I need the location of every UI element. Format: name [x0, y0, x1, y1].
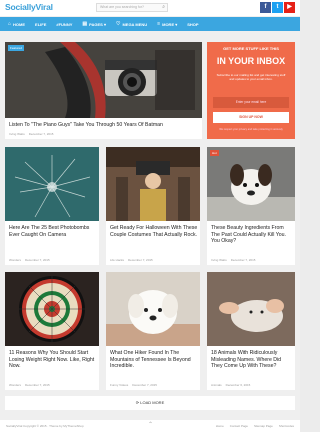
footer-link-sitemap[interactable]: Sitemap Page	[254, 424, 273, 428]
site-logo[interactable]: SociallyViral	[5, 2, 53, 12]
post-meta: Wonders December 7, 2015	[9, 258, 50, 262]
main-nav: ⌂ HOME ELIFE #FUNNY ▤ PAGES ▾ ♡ MEGA MENU ≡…	[0, 17, 300, 31]
post-card[interactable]: Here Are The 25 Best Photobombs Ever Cau…	[5, 147, 99, 265]
post-image[interactable]	[207, 272, 295, 346]
post-date: December 7, 2015	[230, 258, 256, 262]
social-links: f t ▶	[260, 2, 295, 13]
facebook-icon[interactable]: f	[260, 2, 271, 13]
youtube-icon[interactable]: ▶	[284, 2, 295, 13]
post-author[interactable]: Wonders	[9, 258, 21, 262]
post-card[interactable]: 11 Reasons Why You Should Start Losing W…	[5, 272, 99, 390]
post-date: December 7, 2015	[28, 132, 54, 136]
page: SociallyViral What are you searching for…	[0, 0, 300, 432]
post-author[interactable]: Irving Watts	[211, 258, 227, 262]
post-date: December 6, 2015	[225, 383, 251, 387]
nav-item-home[interactable]: ⌂ HOME	[8, 21, 25, 27]
newsletter-description: Subscribe to our mailing list and get in…	[216, 73, 286, 81]
more-icon: ≡	[157, 21, 161, 27]
back-to-top-icon[interactable]: ⌃	[148, 421, 153, 428]
pages-icon: ▤	[82, 21, 88, 27]
post-card[interactable]: Hot These Beauty Ingredients From The Pa…	[207, 147, 295, 265]
post-author[interactable]: Animals	[211, 383, 222, 387]
post-author[interactable]: Funny Videos	[110, 383, 128, 387]
refresh-icon: ⟳	[135, 400, 140, 405]
site-footer: SociallyViral Copyright © 2015 · Theme b…	[0, 420, 300, 432]
post-meta: Life Hacks December 7, 2015	[110, 258, 153, 262]
featured-post-title[interactable]: Listen To "The Piano Guys" Take You Thro…	[9, 122, 199, 129]
post-card[interactable]: What One Hiker Found In The Mountains of…	[106, 272, 200, 390]
newsletter-heading: GET MORE STUFF LIKE THIS	[223, 46, 279, 51]
newsletter-widget: GET MORE STUFF LIKE THIS IN YOUR INBOX S…	[207, 42, 295, 139]
nav-item-shop[interactable]: SHOP	[187, 22, 198, 27]
post-meta: Irving Watts December 7, 2015	[211, 258, 255, 262]
post-meta: Wonders December 7, 2015	[9, 383, 50, 387]
footer-link-home[interactable]: Home	[216, 424, 224, 428]
nav-item-pages[interactable]: ▤ PAGES ▾	[82, 21, 106, 27]
post-date: December 7, 2015	[132, 383, 157, 387]
search-icon[interactable]: ⌕	[162, 4, 165, 10]
featured-post-meta: Irving Watts December 7, 2015	[9, 132, 53, 136]
post-date: December 7, 2015	[24, 383, 50, 387]
post-image[interactable]	[106, 272, 200, 346]
post-image[interactable]	[5, 272, 99, 346]
hot-badge: Hot	[210, 150, 219, 156]
featured-badge: Featured	[8, 45, 25, 51]
post-author[interactable]: Irving Watts	[9, 132, 25, 136]
post-meta: Funny Videos December 7, 2015	[110, 383, 157, 387]
nav-item-mega-menu[interactable]: ♡ MEGA MENU	[116, 21, 147, 27]
post-title[interactable]: Here Are The 25 Best Photobombs Ever Cau…	[9, 225, 97, 238]
post-author[interactable]: Wonders	[9, 383, 21, 387]
load-more-button[interactable]: ⟳ LOAD MORE	[5, 396, 295, 410]
footer-link-contact[interactable]: Contact Page	[230, 424, 248, 428]
post-image[interactable]	[106, 147, 200, 221]
footer-link-shortcodes[interactable]: Shortcodes	[279, 424, 294, 428]
newsletter-title: IN YOUR INBOX	[216, 56, 286, 66]
post-title[interactable]: 11 Reasons Why You Should Start Losing W…	[9, 350, 97, 370]
footer-copyright: SociallyViral Copyright © 2015 · Theme b…	[6, 424, 84, 428]
email-field[interactable]: Enter your email here	[213, 97, 289, 108]
site-header: SociallyViral What are you searching for…	[0, 0, 300, 16]
post-card[interactable]: Get Ready For Halloween With These Coupl…	[106, 147, 200, 265]
post-title[interactable]: These Beauty Ingredients From The Past C…	[211, 225, 293, 245]
nav-item-funny[interactable]: #FUNNY	[56, 22, 72, 27]
post-author[interactable]: Life Hacks	[110, 258, 124, 262]
heart-icon: ♡	[115, 21, 121, 27]
post-title[interactable]: Get Ready For Halloween With These Coupl…	[110, 225, 198, 238]
post-date: December 7, 2015	[128, 258, 153, 262]
nav-item-more[interactable]: ≡ MORE ▾	[157, 21, 177, 27]
post-title[interactable]: 18 Animals With Ridiculously Misleading …	[211, 350, 293, 370]
post-date: December 7, 2015	[24, 258, 50, 262]
privacy-note: We respect your privacy and take protect…	[219, 128, 283, 131]
twitter-icon[interactable]: t	[272, 2, 283, 13]
post-image[interactable]	[207, 147, 295, 221]
sign-up-button[interactable]: SIGN UP NOW	[213, 112, 289, 123]
featured-post-image[interactable]	[5, 42, 202, 118]
search-placeholder: What are you searching for?	[100, 5, 144, 9]
post-card[interactable]: 18 Animals With Ridiculously Misleading …	[207, 272, 295, 390]
search-input[interactable]: What are you searching for? ⌕	[96, 3, 168, 12]
nav-item-elife[interactable]: ELIFE	[35, 22, 46, 27]
featured-post-card[interactable]: Featured Listen To "The Piano Guys" Take…	[5, 42, 202, 139]
post-title[interactable]: What One Hiker Found In The Mountains of…	[110, 350, 198, 370]
footer-links: Home Contact Page Sitemap Page Shortcode…	[216, 424, 294, 428]
post-image[interactable]	[5, 147, 99, 221]
home-icon: ⌂	[8, 21, 12, 27]
post-meta: Animals December 6, 2015	[211, 383, 250, 387]
